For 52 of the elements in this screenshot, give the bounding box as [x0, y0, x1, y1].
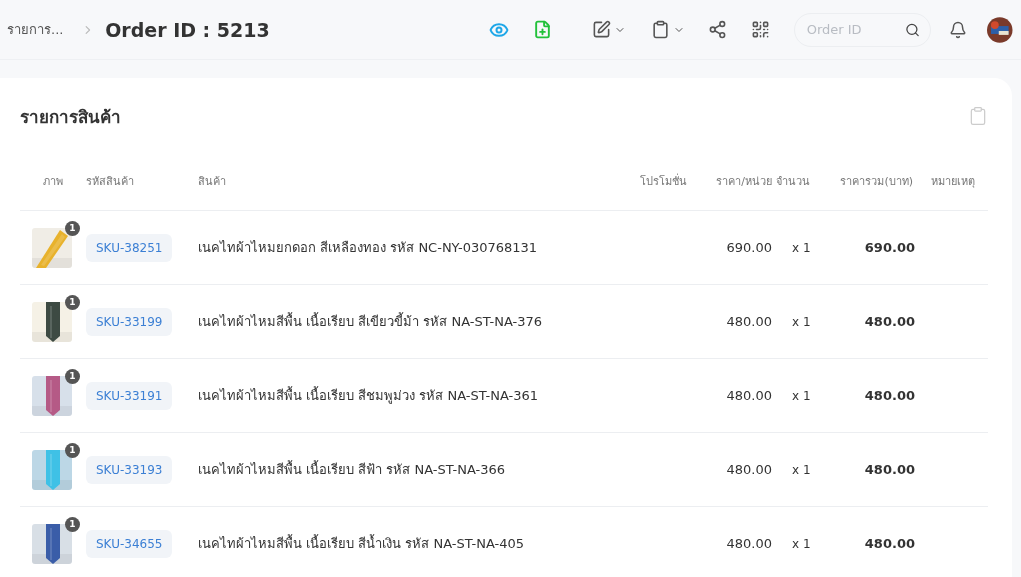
- quantity-badge: 1: [65, 442, 80, 458]
- sku-tag[interactable]: SKU-33193: [86, 455, 173, 484]
- clipboard-icon[interactable]: [650, 20, 670, 39]
- sku-tag[interactable]: SKU-34655: [86, 529, 173, 558]
- quantity: x 1: [791, 388, 812, 403]
- column-header: รหัสสินค้า: [86, 174, 135, 190]
- total-price: 690.00: [863, 240, 915, 255]
- bell-icon[interactable]: [949, 20, 968, 39]
- product-name: เนคไทผ้าไหมสีพื้น เนื้อเรียบ สีเขียวขี้ม้า รหัส NA-ST-NA-376: [198, 311, 544, 331]
- search-field[interactable]: Order ID: [804, 21, 906, 38]
- column-header: ราคา/หน่วย: [715, 174, 772, 190]
- quantity-badge: 1: [65, 368, 80, 384]
- avatar[interactable]: [987, 16, 1013, 43]
- page-title: Order ID : 5213: [105, 18, 270, 41]
- unit-price: 480.00: [725, 388, 772, 403]
- search-bar[interactable]: Order ID: [793, 12, 932, 47]
- total-price: 480.00: [863, 462, 915, 477]
- quantity: x 1: [791, 240, 812, 255]
- share-icon[interactable]: [707, 20, 727, 39]
- sku-tag[interactable]: SKU-33199: [86, 307, 173, 336]
- card-title: รายการสินค้า: [20, 105, 121, 129]
- total-price: 480.00: [863, 388, 915, 403]
- breadcrumb-link[interactable]: รายการ...: [7, 19, 64, 40]
- column-header: โปรโมชั่น: [640, 172, 688, 190]
- column-header: สินค้า: [198, 174, 227, 190]
- quantity-badge: 1: [65, 294, 80, 310]
- clipboard-menu-button[interactable]: [650, 20, 685, 39]
- unit-price: 690.00: [725, 240, 772, 255]
- unit-price: 480.00: [725, 462, 772, 477]
- unit-price: 480.00: [725, 314, 772, 329]
- qr-code-icon[interactable]: [750, 20, 770, 39]
- edit-menu-button[interactable]: [591, 20, 626, 39]
- sku-tag[interactable]: SKU-38251: [86, 233, 173, 262]
- quantity: x 1: [791, 462, 812, 477]
- column-header: จำนวน: [775, 174, 811, 190]
- product-name: เนคไทผ้าไหมสีพื้น เนื้อเรียบ สีชมพูม่วง รหัส NA-ST-NA-361: [198, 385, 540, 406]
- column-header: ภาพ: [42, 174, 64, 190]
- quantity: x 1: [791, 314, 812, 329]
- product-name: เนคไทผ้าไหมยกดอก สีเหลืองทอง รหัส NC-NY-030768131: [198, 239, 539, 257]
- sku-tag[interactable]: SKU-33191: [86, 381, 173, 410]
- quantity-badge: 1: [65, 220, 80, 236]
- total-price: 480.00: [863, 314, 915, 329]
- quantity-badge: 1: [65, 516, 80, 532]
- edit-icon[interactable]: [591, 20, 611, 39]
- column-header: ราคารวม(บาท): [839, 174, 914, 190]
- column-header: หมายเหตุ: [930, 174, 976, 190]
- product-name: เนคไทผ้าไหมสีพื้น เนื้อเรียบ สีฟ้า รหัส NA-ST-NA-366: [198, 459, 507, 479]
- total-price: 480.00: [863, 536, 915, 551]
- product-name: เนคไทผ้าไหมสีพื้น เนื้อเรียบ สีน้ำเงิน รหัส NA-ST-NA-405: [198, 533, 526, 553]
- unit-price: 480.00: [725, 536, 772, 551]
- quantity: x 1: [791, 536, 812, 551]
- clipboard-icon[interactable]: [968, 106, 988, 126]
